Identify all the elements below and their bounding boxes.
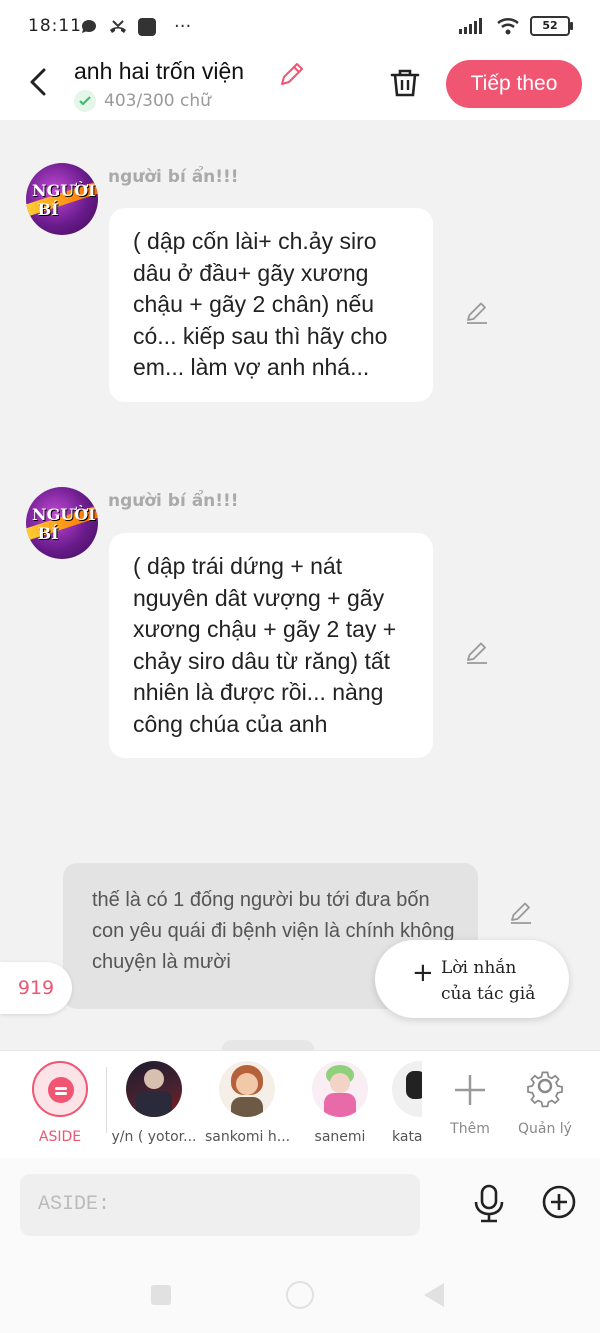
back-arrow-icon[interactable] (26, 66, 50, 98)
character-item[interactable]: sankomi h... (205, 1061, 291, 1145)
status-time: 18:11 (28, 16, 82, 36)
signal-icon (459, 18, 482, 34)
aside-avatar (32, 1061, 88, 1117)
story-title[interactable]: anh hai trốn viện (74, 58, 244, 85)
count-badge[interactable]: 919 (0, 962, 72, 1014)
status-bar: 18:11 ··· 52 (0, 0, 600, 56)
character-aside[interactable]: ASIDE (20, 1061, 100, 1145)
avatar (219, 1061, 275, 1117)
add-character-button[interactable]: Thêm (444, 1061, 496, 1137)
character-item[interactable]: y/n ( yotor... (110, 1061, 198, 1145)
edit-pencil-icon[interactable] (464, 300, 490, 326)
trash-icon[interactable] (388, 66, 422, 100)
add-circle-icon[interactable] (541, 1184, 577, 1220)
character-item[interactable]: sanemi (305, 1061, 375, 1145)
character-item[interactable]: kata (392, 1061, 422, 1145)
status-right-icons: 52 (458, 16, 573, 36)
message-input[interactable]: ASIDE: (20, 1174, 420, 1236)
author-note-button[interactable]: + Lời nhắn của tác giả (375, 940, 569, 1018)
character-label: y/n ( yotor... (111, 1129, 197, 1145)
editor-header: anh hai trốn viện 403/300 chữ Tiếp theo (0, 56, 600, 120)
status-notification-icons: ··· (80, 16, 191, 37)
avatar (126, 1061, 182, 1117)
plus-icon (455, 1075, 485, 1105)
battery-icon: 52 (530, 16, 573, 36)
chat-bubble-icon (82, 19, 96, 33)
word-count-text: 403/300 chữ (104, 91, 211, 111)
edit-title-icon[interactable] (278, 60, 306, 88)
message-bubble[interactable]: ( dập trái dứng + nát nguyên dât vượng +… (109, 533, 433, 758)
character-label: kata (392, 1129, 422, 1145)
app-icon (138, 17, 156, 36)
avatar (312, 1061, 368, 1117)
manage-characters-button[interactable]: Quản lý (514, 1061, 576, 1137)
edit-pencil-icon[interactable] (508, 900, 534, 926)
word-count: 403/300 chữ (74, 90, 211, 112)
character-label: sankomi h... (205, 1129, 291, 1145)
sender-name: người bí ẩn!!! (108, 167, 239, 187)
divider (106, 1067, 107, 1133)
author-note-label-line1: Lời nhắn (441, 958, 517, 978)
input-area: ASIDE: (0, 1158, 600, 1253)
missed-call-icon (110, 19, 126, 33)
character-label: ASIDE (38, 1129, 82, 1145)
microphone-icon[interactable] (470, 1184, 508, 1224)
add-label: Thêm (450, 1121, 490, 1137)
avatar[interactable]: NGƯỜI BÍ (26, 163, 98, 235)
next-button[interactable]: Tiếp theo (446, 60, 582, 108)
edit-pencil-icon[interactable] (464, 640, 490, 666)
more-notifications-icon: ··· (174, 16, 192, 37)
author-note-label-line2: của tác giả (441, 984, 536, 1004)
check-icon (74, 90, 96, 112)
gear-icon (527, 1071, 563, 1108)
system-nav-bar (0, 1253, 600, 1333)
message-bubble[interactable]: ( dập cốn lài+ ch.ảy siro dâu ở đầu+ gãy… (109, 208, 433, 402)
manage-label: Quản lý (518, 1121, 572, 1137)
recent-apps-icon[interactable] (151, 1285, 171, 1305)
sender-name: người bí ẩn!!! (108, 491, 239, 511)
avatar[interactable]: NGƯỜI BÍ (26, 487, 98, 559)
character-label: sanemi (314, 1129, 366, 1145)
plus-icon: + (412, 958, 434, 988)
home-icon[interactable] (286, 1281, 314, 1309)
wifi-icon (497, 18, 519, 35)
character-bar: ASIDE y/n ( yotor... sankomi h... sanemi… (0, 1050, 600, 1160)
avatar (392, 1061, 422, 1117)
nav-back-icon[interactable] (424, 1283, 444, 1307)
